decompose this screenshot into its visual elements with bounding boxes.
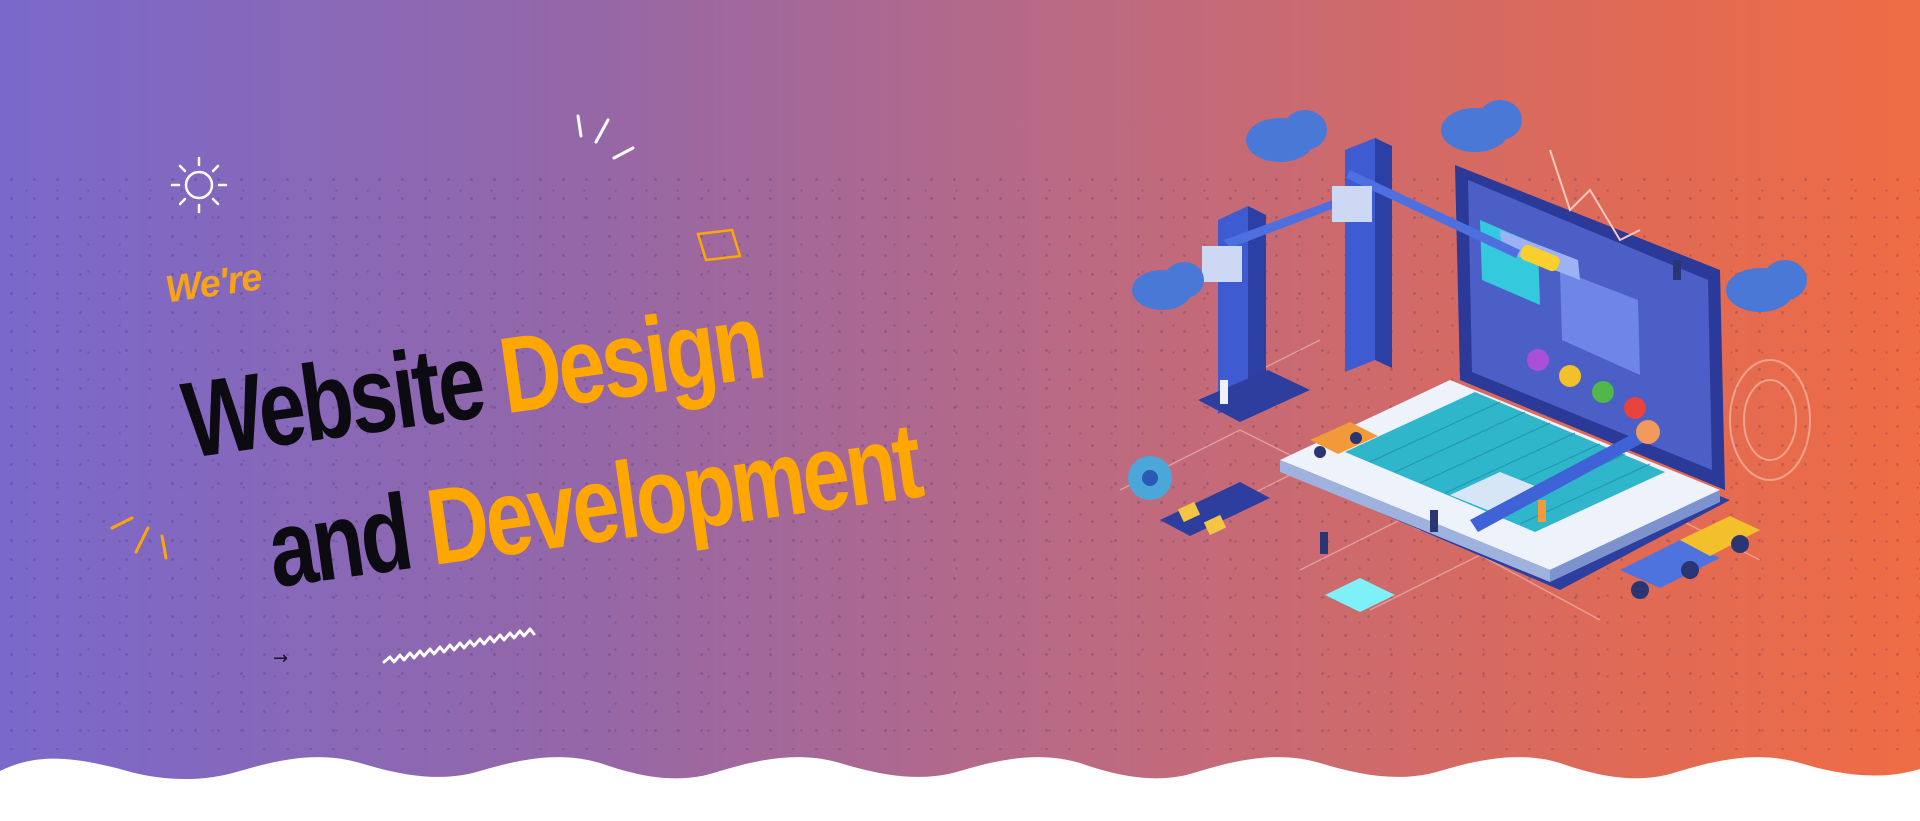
wave-divider: [0, 757, 1920, 821]
worker-figure: [1220, 380, 1228, 404]
headline-word-website: Website: [175, 319, 490, 481]
sun-icon: [170, 156, 228, 214]
radar-rings: [1729, 359, 1811, 481]
worker-figure: [1320, 532, 1328, 554]
headline-word-design: Design: [492, 279, 769, 437]
screen-dot: [1624, 397, 1646, 419]
headline-word-and: and: [260, 470, 417, 611]
worker-figure: [1673, 260, 1681, 280]
cloud-icon: [1726, 260, 1807, 312]
arrow-right-icon[interactable]: →: [273, 648, 288, 669]
screen-dot: [1527, 349, 1549, 371]
sparkle-lines-icon: [110, 516, 168, 560]
cloud-icon: [1132, 262, 1204, 310]
cloud-icon: [1441, 100, 1522, 152]
zigzag-squiggle-icon: [382, 627, 536, 664]
laptop-illustration: [1120, 100, 1811, 621]
worker-figure: [1538, 500, 1546, 522]
worker-figure: [1430, 510, 1438, 532]
sparkle-lines-icon: [576, 114, 635, 160]
gear-icon: [1128, 456, 1172, 500]
hero-kicker: We're: [162, 256, 264, 312]
glow-tile: [1325, 578, 1395, 612]
screen-dot: [1592, 381, 1614, 403]
cloud-icon: [1246, 110, 1327, 162]
hero-banner: → We're Website Design and Development: [0, 0, 1920, 821]
screen-dot: [1559, 365, 1581, 387]
